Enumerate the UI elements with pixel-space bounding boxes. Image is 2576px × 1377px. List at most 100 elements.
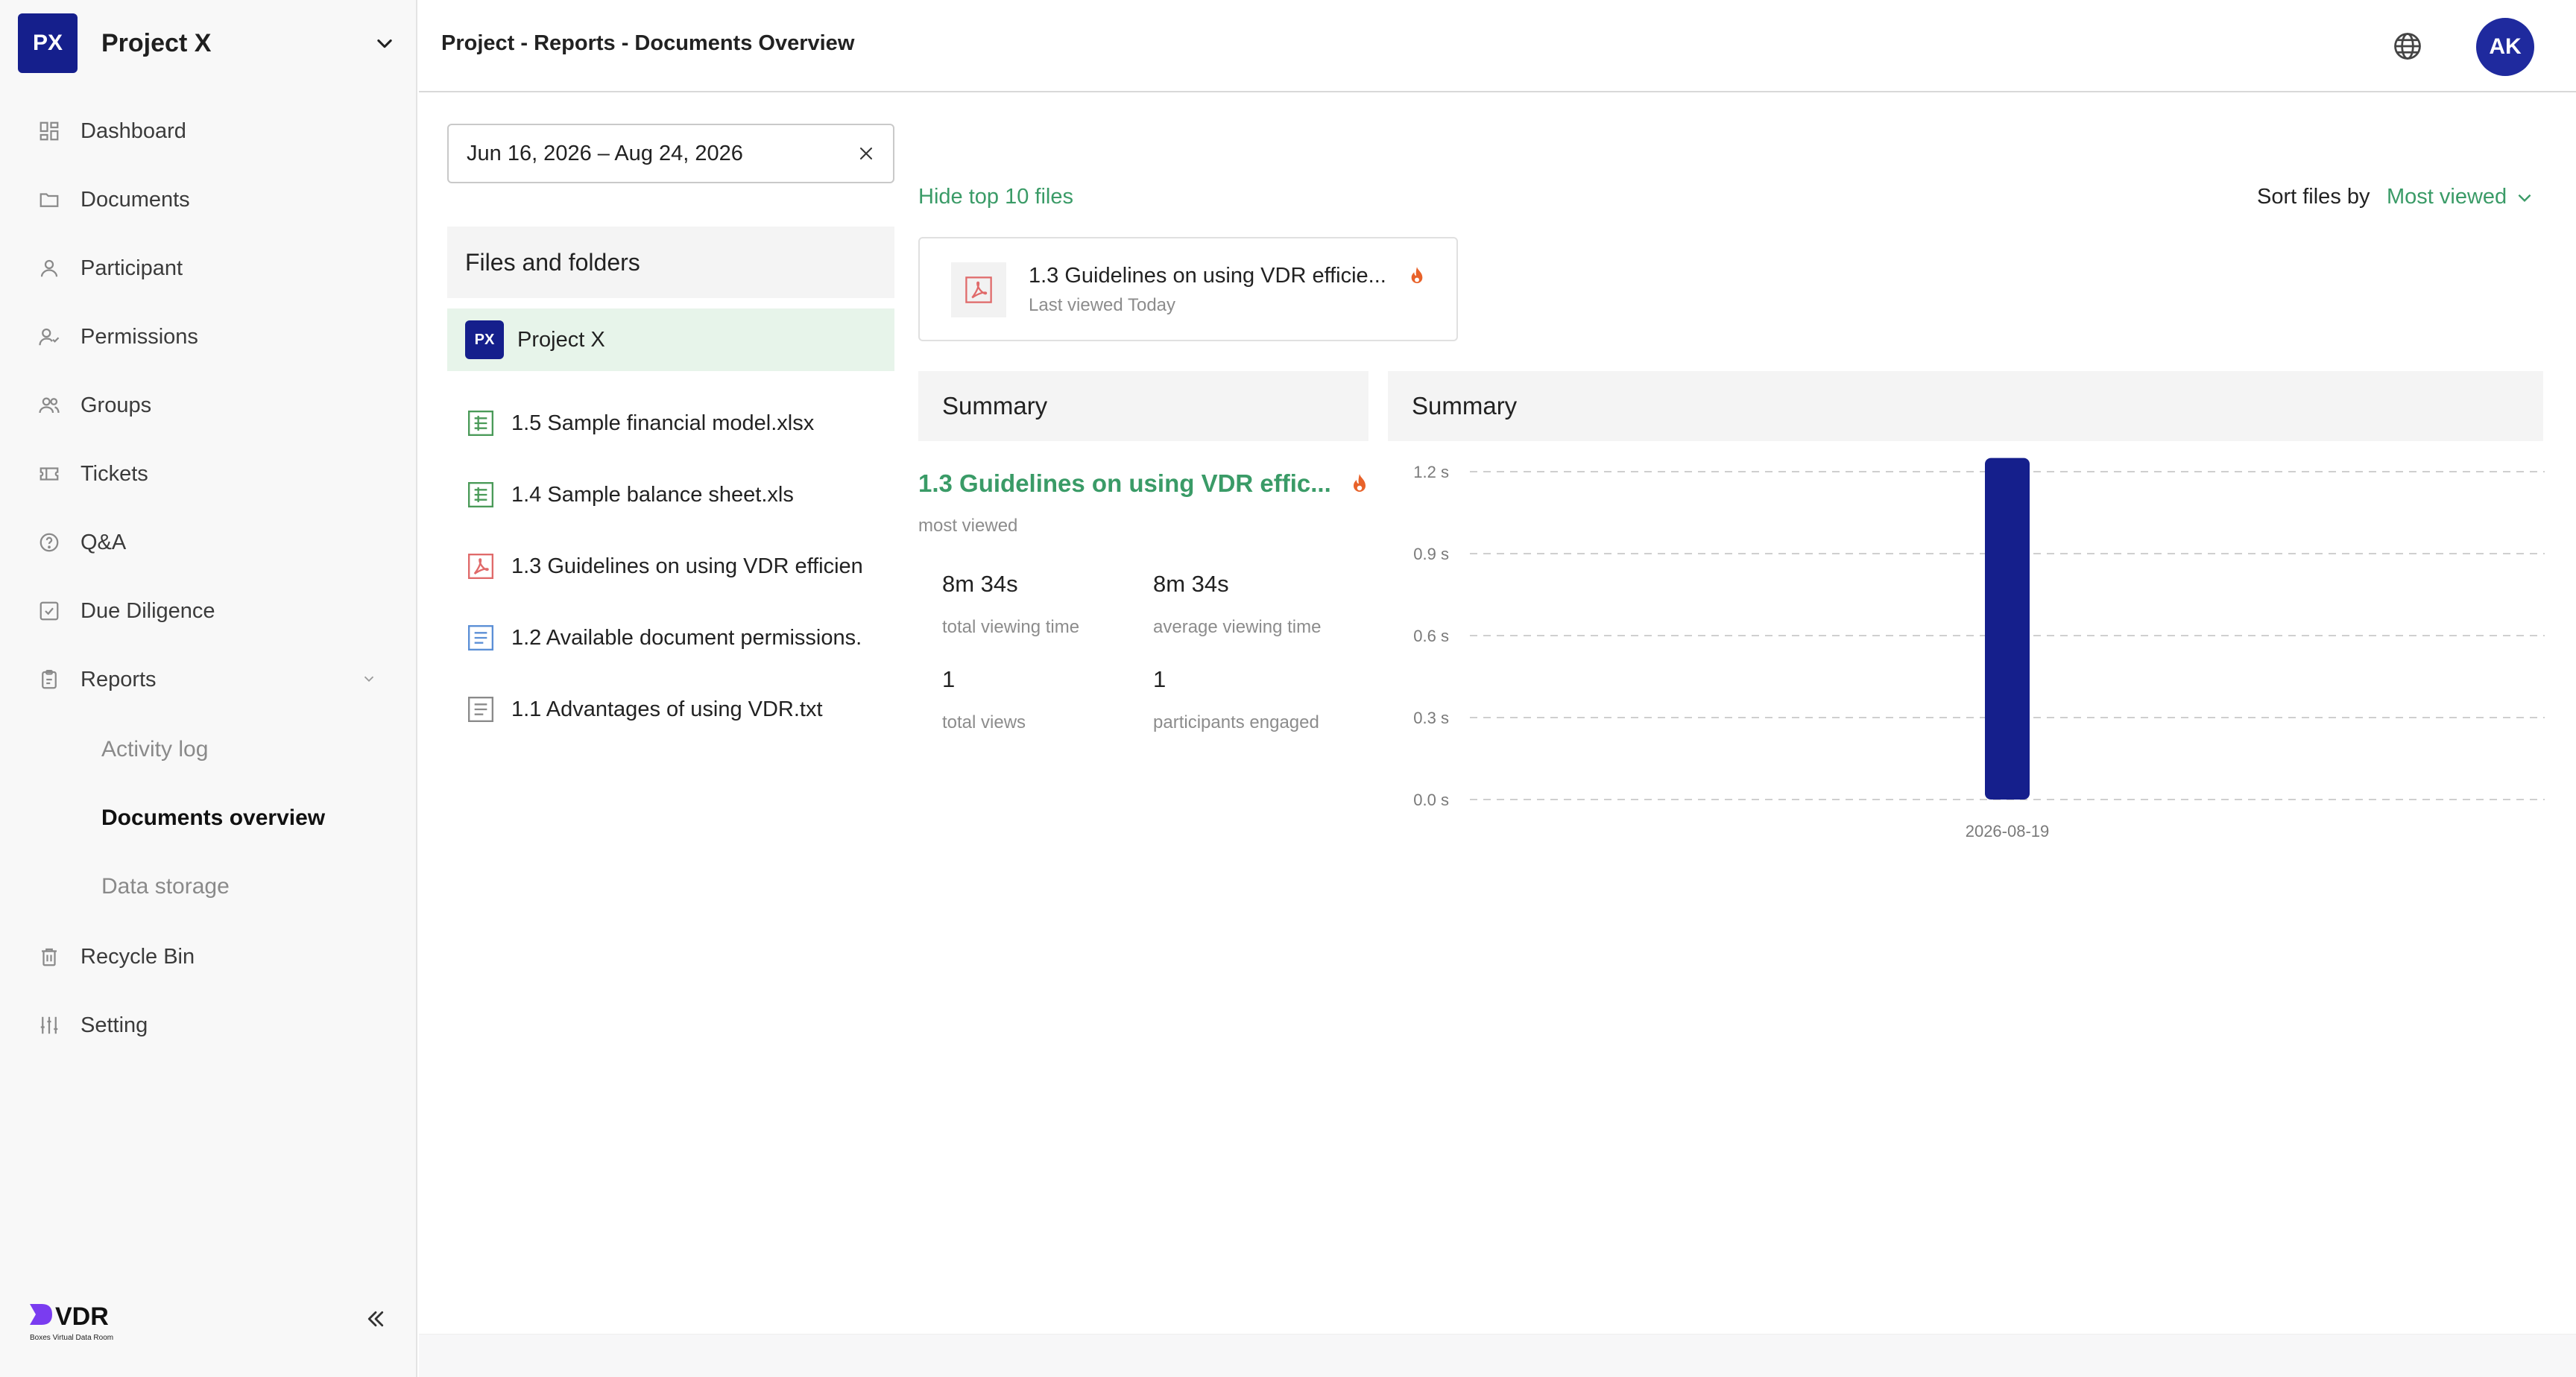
- file-name: 1.2 Available document permissions.: [511, 625, 862, 650]
- project-name: Project X: [101, 28, 212, 57]
- spreadsheet-icon: [465, 479, 496, 510]
- stat-value: 1: [1153, 666, 1167, 692]
- svg-text:VDR: VDR: [55, 1302, 109, 1331]
- y-tick-label: 0.0 s: [1413, 791, 1449, 809]
- sidebar-item-label: Tickets: [80, 461, 148, 486]
- y-tick-label: 0.3 s: [1413, 709, 1449, 727]
- svg-text:Boxes Virtual Data Room: Boxes Virtual Data Room: [30, 1334, 113, 1342]
- y-tick-label: 0.6 s: [1413, 627, 1449, 645]
- checkbox-icon: [36, 598, 63, 624]
- x-tick-label: 2026-08-19: [1966, 822, 2050, 841]
- sidebar-item-label: Due Diligence: [80, 598, 215, 623]
- file-name: 1.3 Guidelines on using VDR efficien: [511, 554, 863, 578]
- hide-top-files-link[interactable]: Hide top 10 files: [918, 185, 1073, 209]
- sidebar-item-reports[interactable]: Reports: [36, 657, 386, 702]
- date-range-value: Jun 16, 2026 – Aug 24, 2026: [467, 141, 743, 165]
- sidebar-item-label: Reports: [80, 667, 157, 691]
- stat-label: total viewing time: [942, 617, 1080, 637]
- clipboard-icon: [36, 666, 63, 693]
- sidebar-item-permissions[interactable]: Permissions: [36, 314, 386, 359]
- sidebar-item-tickets[interactable]: Tickets: [36, 452, 386, 496]
- pdf-icon: [951, 262, 1006, 317]
- sort-label: Sort files by: [2257, 185, 2370, 209]
- file-name: 1.5 Sample financial model.xlsx: [511, 411, 815, 435]
- dashboard-icon: [36, 118, 63, 145]
- project-badge: PX: [465, 320, 504, 359]
- sidebar-item-qa[interactable]: Q&A: [36, 520, 386, 565]
- help-circle-icon: [36, 529, 63, 556]
- sidebar-item-recycle-bin[interactable]: Recycle Bin: [36, 934, 386, 979]
- document-icon: [465, 622, 496, 653]
- chevron-down-icon: [2514, 187, 2535, 208]
- avatar[interactable]: AK: [2476, 18, 2534, 76]
- trash-icon: [36, 943, 63, 970]
- sidebar-subitem-data-storage[interactable]: Data storage: [101, 864, 230, 909]
- project-switcher[interactable]: PX Project X: [18, 13, 400, 73]
- collapse-sidebar-icon[interactable]: [358, 1304, 394, 1334]
- file-name: 1.1 Advantages of using VDR.txt: [511, 697, 823, 721]
- ticket-icon: [36, 460, 63, 487]
- sidebar-item-label: Groups: [80, 393, 152, 417]
- most-viewed-file[interactable]: 1.3 Guidelines on using VDR effic...: [918, 469, 1331, 498]
- sidebar-item-groups[interactable]: Groups: [36, 383, 386, 428]
- sidebar: PX Project X Dashboard Documents Partici…: [0, 0, 417, 1377]
- sidebar-item-label: Setting: [80, 1013, 148, 1037]
- file-row[interactable]: 1.1 Advantages of using VDR.txt: [447, 678, 894, 741]
- date-range-input[interactable]: Jun 16, 2026 – Aug 24, 2026: [447, 124, 894, 183]
- file-name: 1.4 Sample balance sheet.xls: [511, 482, 794, 507]
- sidebar-subitem-documents-overview[interactable]: Documents overview: [101, 796, 325, 841]
- viewing-time-chart: 0.0 s 0.3 s 0.6 s 0.9 s 1.2 s 2026-08-19: [1388, 447, 2551, 864]
- globe-icon[interactable]: [2390, 28, 2425, 64]
- most-viewed-label: most viewed: [918, 516, 1018, 536]
- top-file-subtitle: Last viewed Today: [1029, 295, 1176, 315]
- files-panel-header: Files and folders: [447, 227, 894, 298]
- text-file-icon: [465, 694, 496, 725]
- pdf-icon: [465, 551, 496, 582]
- top-file-name: 1.3 Guidelines on using VDR efficie...: [1029, 264, 1386, 288]
- close-icon[interactable]: [853, 140, 880, 167]
- file-row[interactable]: 1.2 Available document permissions.: [447, 607, 894, 669]
- breadcrumb: Project - Reports - Documents Overview: [441, 31, 855, 55]
- stat-label: average viewing time: [1153, 617, 1322, 637]
- brand-logo: VDR Boxes Virtual Data Room: [27, 1298, 154, 1349]
- sidebar-item-label: Recycle Bin: [80, 944, 195, 969]
- user-check-icon: [36, 323, 63, 350]
- sidebar-item-label: Documents: [80, 187, 190, 212]
- sidebar-item-due-diligence[interactable]: Due Diligence: [36, 589, 386, 633]
- stat-value: 1: [942, 666, 956, 692]
- stat-label: participants engaged: [1153, 712, 1319, 732]
- file-row[interactable]: 1.5 Sample financial model.xlsx: [447, 392, 894, 455]
- top-bar: Project - Reports - Documents Overview A…: [419, 0, 2576, 92]
- stat-label: total views: [942, 712, 1026, 732]
- top-file-card[interactable]: 1.3 Guidelines on using VDR efficie... L…: [918, 237, 1458, 341]
- sidebar-item-documents[interactable]: Documents: [36, 177, 386, 222]
- folder-icon: [36, 186, 63, 213]
- summary-right-header: Summary: [1388, 371, 2543, 441]
- sort-value: Most viewed: [2387, 185, 2507, 209]
- users-icon: [36, 392, 63, 419]
- file-name: Project X: [517, 327, 605, 352]
- sort-select[interactable]: Most viewed: [2387, 185, 2535, 209]
- y-tick-label: 1.2 s: [1413, 463, 1449, 481]
- sidebar-item-setting[interactable]: Setting: [36, 1003, 386, 1048]
- footer-strip: [419, 1334, 2576, 1377]
- chevron-down-icon[interactable]: [370, 28, 400, 58]
- fire-icon: [1409, 265, 1425, 290]
- sidebar-item-label: Participant: [80, 256, 183, 280]
- fire-icon: [1351, 472, 1368, 498]
- sidebar-item-participant[interactable]: Participant: [36, 246, 386, 291]
- file-row[interactable]: 1.3 Guidelines on using VDR efficien: [447, 535, 894, 598]
- chart-svg: 0.0 s 0.3 s 0.6 s 0.9 s 1.2 s 2026-08-19: [1413, 458, 2545, 841]
- sidebar-subitem-activity-log[interactable]: Activity log: [101, 727, 208, 772]
- chart-bar[interactable]: [1985, 458, 2030, 800]
- file-tree-root[interactable]: PX Project X: [447, 308, 894, 371]
- user-icon: [36, 255, 63, 282]
- spreadsheet-icon: [465, 408, 496, 439]
- stat-value: 8m 34s: [1153, 571, 1229, 597]
- chevron-down-icon[interactable]: [361, 671, 377, 691]
- file-row[interactable]: 1.4 Sample balance sheet.xls: [447, 463, 894, 526]
- summary-left-header: Summary: [918, 371, 1368, 441]
- sidebar-item-label: Permissions: [80, 324, 198, 349]
- sidebar-item-dashboard[interactable]: Dashboard: [36, 109, 386, 153]
- project-badge: PX: [18, 13, 78, 73]
